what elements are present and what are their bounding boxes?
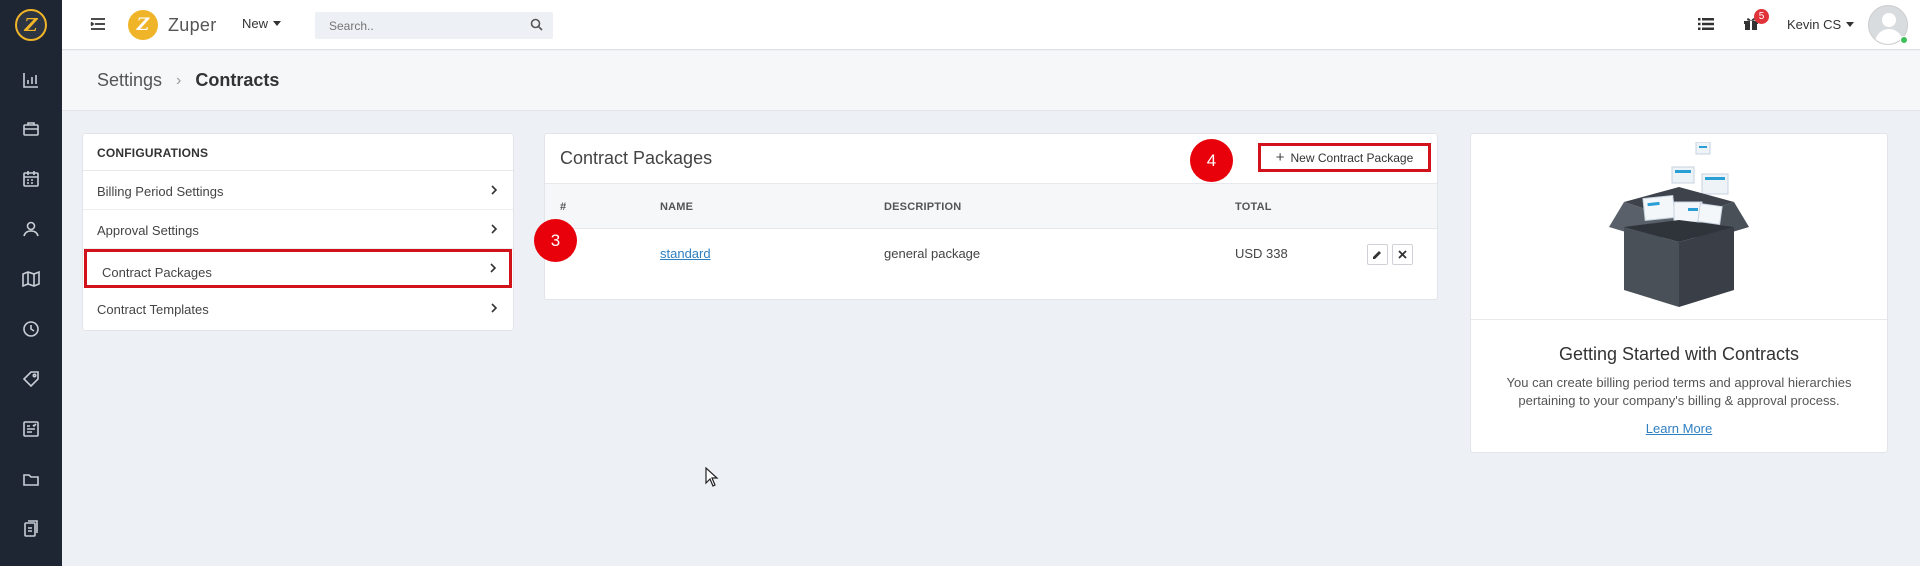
brand-name: Zuper <box>168 14 217 35</box>
reports-icon[interactable] <box>22 420 40 438</box>
configurations-header: CONFIGURATIONS <box>83 134 513 171</box>
contract-packages-title: Contract Packages <box>560 148 713 168</box>
getting-started-card: Getting Started with Contracts You can c… <box>1470 133 1888 453</box>
brand-logo-icon: Z <box>128 10 158 40</box>
config-item-approval[interactable]: Approval Settings <box>83 210 513 249</box>
brand[interactable]: Z Zuper <box>128 10 217 40</box>
dashboard-icon[interactable] <box>22 71 40 89</box>
user-menu[interactable]: Kevin CS <box>1787 17 1855 32</box>
config-item-contract-templates[interactable]: Contract Templates <box>83 289 513 328</box>
contract-packages-card: Contract Packages + New Contract Package… <box>544 133 1438 300</box>
new-contract-package-button[interactable]: + New Contract Package <box>1258 143 1431 172</box>
step-marker-4: 4 <box>1190 139 1233 182</box>
search-input[interactable] <box>315 12 553 39</box>
chevron-right-icon <box>491 303 498 313</box>
column-header-total: TOTAL <box>1235 201 1272 213</box>
chevron-right-icon <box>491 185 498 195</box>
column-header-description: DESCRIPTION <box>884 201 962 213</box>
search-icon[interactable] <box>530 18 543 31</box>
contracts-box-illustration-icon <box>1609 142 1749 307</box>
notification-badge: 5 <box>1754 9 1769 24</box>
chevron-down-icon <box>273 21 282 26</box>
new-label: New <box>242 16 269 31</box>
documents-icon[interactable] <box>22 520 40 538</box>
edit-button[interactable] <box>1367 244 1388 265</box>
left-nav-rail: Z <box>0 0 62 566</box>
online-status-dot <box>1900 36 1908 44</box>
breadcrumb-band: Settings › Contracts <box>62 51 1920 111</box>
pencil-icon <box>1373 251 1381 259</box>
config-item-label: Contract Packages <box>102 265 212 280</box>
plus-icon: + <box>1275 149 1285 166</box>
chevron-down-icon <box>1846 22 1855 27</box>
chevron-right-icon <box>491 224 498 234</box>
new-dropdown-button[interactable]: New <box>242 16 282 31</box>
calendar-icon[interactable] <box>22 170 40 188</box>
page-title: Contracts <box>195 70 280 90</box>
config-item-billing-period[interactable]: Billing Period Settings <box>83 171 513 210</box>
package-total: USD 338 <box>1235 246 1288 261</box>
delete-button[interactable] <box>1392 244 1413 265</box>
chevron-right-icon <box>490 263 497 273</box>
breadcrumb-separator: › <box>176 71 182 89</box>
customers-icon[interactable] <box>22 220 40 238</box>
config-item-label: Billing Period Settings <box>97 184 224 199</box>
map-icon[interactable] <box>22 270 40 288</box>
jobs-briefcase-icon[interactable] <box>22 120 40 138</box>
table-header: # NAME DESCRIPTION TOTAL <box>545 183 1437 229</box>
new-contract-package-label: New Contract Package <box>1290 150 1414 165</box>
learn-more-link[interactable]: Learn More <box>1471 421 1887 436</box>
package-description: general package <box>884 246 981 261</box>
close-icon <box>1398 250 1407 259</box>
breadcrumb: Settings › Contracts <box>97 70 279 91</box>
column-header-name: NAME <box>660 201 694 213</box>
divider <box>1471 319 1887 320</box>
configurations-card: CONFIGURATIONS Billing Period Settings A… <box>82 133 514 331</box>
user-name: Kevin CS <box>1787 17 1842 32</box>
step-marker-3: 3 <box>534 219 577 262</box>
breadcrumb-settings[interactable]: Settings <box>97 70 162 91</box>
timesheet-clock-icon[interactable] <box>22 320 40 338</box>
menu-toggle-icon[interactable] <box>90 17 106 31</box>
mouse-cursor-icon <box>705 467 719 487</box>
zuper-logo-icon[interactable]: Z <box>15 9 47 41</box>
config-item-label: Contract Templates <box>97 302 209 317</box>
task-list-icon[interactable] <box>1698 17 1714 31</box>
config-item-contract-packages[interactable]: Contract Packages <box>84 249 512 288</box>
folder-icon[interactable] <box>22 470 40 488</box>
getting-started-description: You can create billing period terms and … <box>1506 375 1852 408</box>
package-name-link[interactable]: standard <box>660 246 711 261</box>
getting-started-title: Getting Started with Contracts <box>1558 344 1800 364</box>
config-item-label: Approval Settings <box>97 223 199 238</box>
tags-icon[interactable] <box>22 370 40 388</box>
top-bar: Z Zuper New 5 Kevin CS <box>62 0 1920 50</box>
column-header-number: # <box>560 201 567 213</box>
